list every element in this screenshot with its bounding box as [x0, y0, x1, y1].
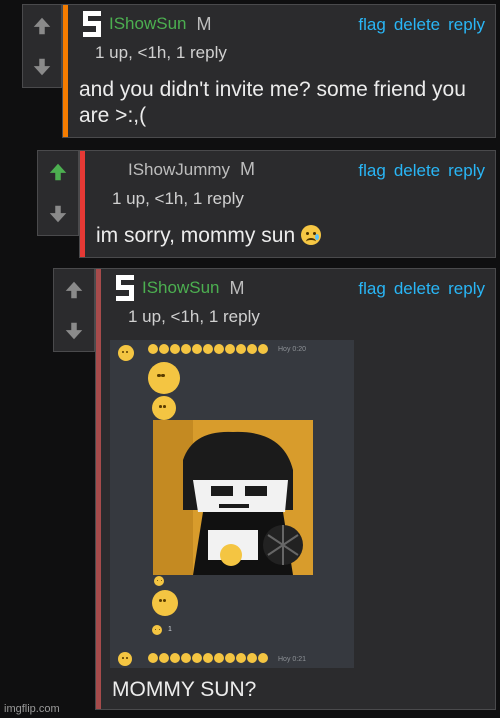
upvote-button[interactable] — [27, 12, 57, 40]
comment-text: and you didn't invite me? some friend yo… — [79, 78, 466, 127]
reaction-emoji-icon — [152, 625, 162, 635]
delete-link[interactable]: delete — [394, 15, 440, 35]
flag-link[interactable]: flag — [358, 279, 385, 299]
comment-username[interactable]: IShowSun — [142, 278, 220, 298]
comment-thread-bar — [63, 5, 68, 137]
reply-link[interactable]: reply — [448, 279, 485, 299]
vote-box-3 — [53, 268, 95, 352]
upvote-button[interactable] — [59, 276, 89, 304]
thinking-emoji-icon — [118, 345, 134, 361]
reaction-count: 1 — [168, 626, 172, 633]
upvote-button[interactable] — [43, 158, 73, 186]
timestamp: Hoy 0:21 — [278, 656, 307, 663]
watermark: imgflip.com — [4, 703, 60, 715]
arrow-down-icon — [65, 322, 83, 339]
emoji-row — [148, 653, 268, 663]
arrow-down-icon — [49, 205, 67, 223]
user-badge: M — [196, 13, 212, 34]
downvote-button[interactable] — [43, 200, 73, 228]
user-avatar-icon — [83, 11, 101, 37]
user-avatar-icon — [116, 275, 134, 301]
comment-2: IShowJummy M flag delete reply 1 up, <1h… — [79, 150, 496, 258]
comment-thread-bar — [80, 151, 85, 257]
timestamp: Hoy 0:20 — [278, 346, 307, 353]
cartoon-character-icon — [153, 420, 313, 575]
user-badge: M — [240, 159, 256, 179]
emoji-row — [148, 344, 268, 354]
reply-link[interactable]: reply — [448, 15, 485, 35]
vote-box-1 — [22, 4, 62, 88]
delete-link[interactable]: delete — [394, 279, 440, 299]
comment-meta: 1 up, <1h, 1 reply — [112, 189, 244, 208]
comment-username[interactable]: IShowSun — [109, 14, 187, 34]
thinking-emoji-icon — [152, 590, 178, 616]
thinking-emoji-icon — [152, 396, 176, 420]
reply-link[interactable]: reply — [448, 161, 485, 181]
meme-image — [153, 420, 313, 575]
thinking-emoji-icon — [118, 652, 132, 666]
arrow-down-icon — [33, 58, 51, 75]
thinking-emoji-icon — [148, 362, 180, 394]
vote-box-2 — [37, 150, 79, 236]
comment-text-content: im sorry, mommy sun — [96, 224, 296, 247]
flag-link[interactable]: flag — [358, 15, 385, 35]
delete-link[interactable]: delete — [394, 161, 440, 181]
comment-username[interactable]: IShowJummy — [128, 160, 230, 180]
comment-thread-bar — [96, 269, 101, 709]
comment-text: MOMMY SUN? — [112, 678, 257, 701]
crying-face-icon — [300, 225, 321, 245]
comment-text: im sorry, mommy sun — [96, 223, 486, 249]
arrow-up-icon — [65, 281, 83, 298]
thinking-emoji-icon — [154, 576, 164, 586]
downvote-button[interactable] — [27, 53, 57, 81]
downvote-button[interactable] — [59, 317, 89, 345]
comment-meta: 1 up, <1h, 1 reply — [95, 43, 227, 62]
embedded-screenshot-image[interactable]: Hoy 0:20 1 Hoy 0:21 — [110, 340, 354, 668]
flag-link[interactable]: flag — [358, 161, 385, 181]
comment-1: IShowSun M flag delete reply 1 up, <1h, … — [62, 4, 496, 138]
comment-meta: 1 up, <1h, 1 reply — [128, 307, 260, 326]
arrow-up-icon — [49, 163, 67, 181]
arrow-up-icon — [33, 17, 51, 34]
user-badge: M — [229, 277, 245, 298]
